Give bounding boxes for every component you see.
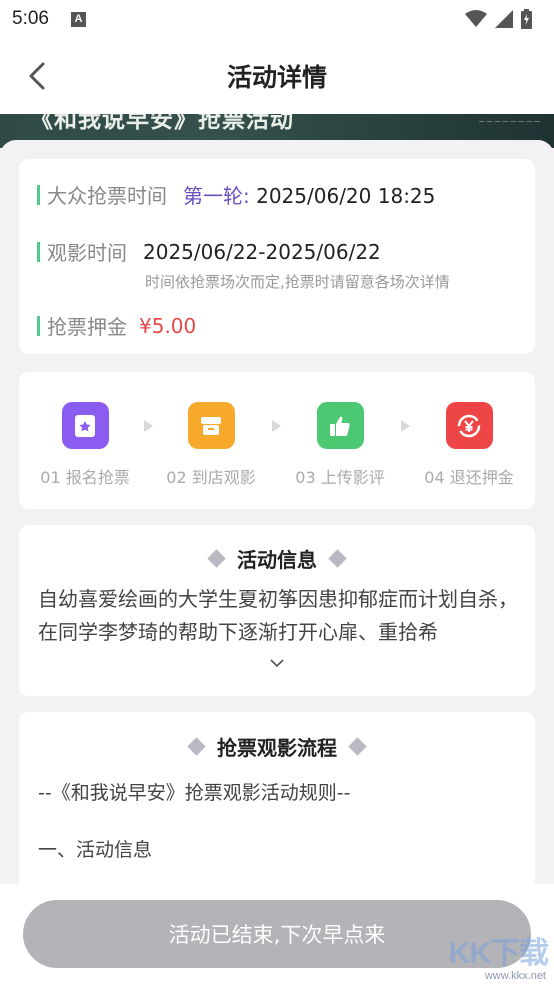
watermark-text: KK下载 — [448, 937, 549, 970]
flow-rules-heading: --《和我说早安》抢票观影活动规则-- — [38, 782, 351, 804]
grab-time: 2025/06/20 18:25 — [256, 184, 436, 208]
step-label: 02 到店观影 — [166, 468, 256, 487]
step-label: 04 退还押金 — [424, 468, 514, 487]
navbar: 活动详情 — [0, 38, 554, 114]
step-label: 03 上传影评 — [295, 468, 385, 487]
battery-icon — [521, 9, 532, 29]
notification-icon: A — [70, 11, 86, 27]
step-review: 03 上传影评 — [280, 402, 400, 488]
diamond-icon — [207, 549, 226, 568]
watch-time-label: 观影时间 — [47, 241, 127, 265]
grab-time-value: 第一轮: 2025/06/20 18:25 — [183, 180, 435, 209]
deposit-value: ¥5.00 — [139, 313, 197, 338]
watch-time-value: 2025/06/22-2025/06/22 — [143, 239, 381, 264]
diamond-icon — [187, 737, 206, 756]
banner-title: 《和我说早安》抢票活动 — [30, 114, 294, 133]
ticket-info-card: 大众抢票时间 第一轮: 2025/06/20 18:25 观影时间 2025/0… — [19, 159, 535, 354]
row-marker — [37, 184, 40, 205]
status-bar: 5:06 A — [0, 0, 554, 38]
step-label: 01 报名抢票 — [40, 468, 130, 487]
round-label: 第一轮: — [183, 184, 250, 208]
watch-time-note: 时间依抢票场次而定,抢票时请留意各场次详情 — [145, 273, 450, 291]
yuan-refund-icon — [445, 402, 493, 449]
watch-time-row: 观影时间 2025/06/22-2025/06/22 — [37, 237, 381, 266]
watermark-url: www.kkx.net — [484, 970, 546, 982]
activity-info-card: 活动信息 自幼喜爱绘画的大学生夏初筝因患抑郁症而计划自杀，在同学李梦琦的帮助下逐… — [19, 525, 535, 696]
section-title-text: 活动信息 — [237, 548, 317, 572]
deposit-row: 抢票押金 ¥5.00 — [37, 311, 196, 340]
back-button[interactable] — [22, 60, 52, 92]
activity-info-title: 活动信息 — [19, 544, 535, 573]
bookmark-star-icon — [61, 402, 109, 449]
grab-time-label: 大众抢票时间 — [47, 184, 167, 208]
step-visit: 02 到店观影 — [151, 402, 271, 488]
deposit-label: 抢票押金 — [47, 315, 127, 339]
section-title-text: 抢票观影流程 — [217, 736, 337, 760]
activity-description: 自幼喜爱绘画的大学生夏初筝因患抑郁症而计划自杀，在同学李梦琦的帮助下逐渐打开心扉… — [38, 587, 518, 644]
signal-icon — [495, 10, 513, 28]
store-icon — [187, 402, 235, 449]
ticket-flow-title: 抢票观影流程 — [19, 732, 535, 761]
chevron-left-icon — [29, 62, 45, 90]
diamond-icon — [348, 737, 367, 756]
step-refund: 04 退还押金 — [409, 402, 529, 488]
process-steps-card: 01 报名抢票 02 到店观影 03 上传影评 04 退还押金 — [19, 372, 535, 509]
status-icons — [465, 9, 532, 29]
watermark: KK下载 www.kkx.net — [428, 924, 550, 984]
chevron-down-icon — [270, 658, 284, 667]
flow-item: 一、活动信息 — [38, 839, 153, 861]
thumbs-up-icon — [316, 402, 364, 449]
page-title: 活动详情 — [226, 63, 327, 92]
content-sheet: 大众抢票时间 第一轮: 2025/06/20 18:25 观影时间 2025/0… — [0, 140, 554, 932]
expand-button[interactable] — [269, 655, 285, 671]
wifi-icon — [465, 10, 487, 27]
bottom-bar: 活动已结束,下次早点来 KK下载 www.kkx.net — [0, 884, 554, 984]
banner-credits: — — — — — — — — — [478, 118, 540, 125]
diamond-icon — [328, 549, 347, 568]
row-marker — [37, 315, 40, 336]
step-signup: 01 报名抢票 — [25, 402, 145, 488]
grab-time-row: 大众抢票时间 第一轮: 2025/06/20 18:25 — [37, 180, 435, 209]
row-marker — [37, 241, 40, 262]
status-time: 5:06 — [12, 8, 49, 29]
